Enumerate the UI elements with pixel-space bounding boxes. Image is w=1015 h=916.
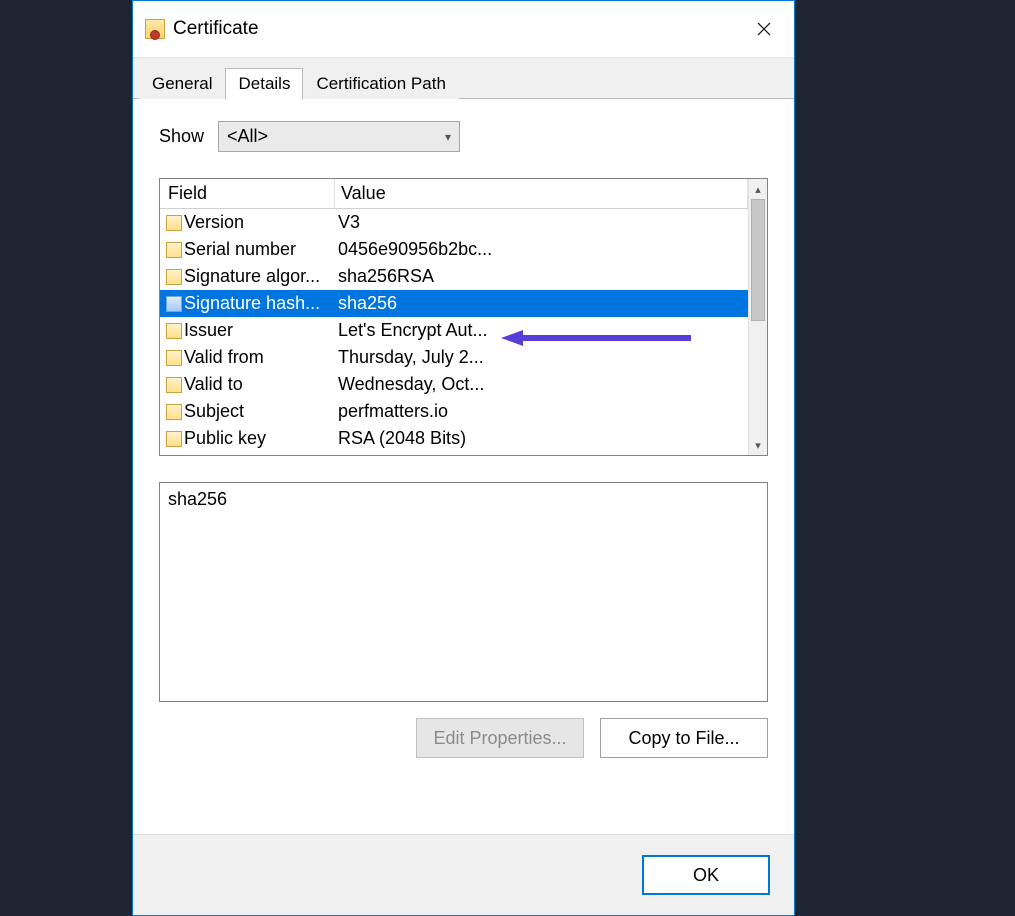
list-row[interactable]: Version V3 (160, 209, 748, 236)
field-name: Subject (184, 401, 244, 422)
close-icon (757, 22, 771, 36)
tab-general[interactable]: General (139, 68, 225, 99)
tab-row: General Details Certification Path (133, 58, 794, 99)
list-row[interactable]: Valid from Thursday, July 2... (160, 344, 748, 371)
field-value: Wednesday, Oct... (332, 374, 748, 395)
field-name: Valid to (184, 374, 243, 395)
window-title: Certificate (173, 18, 259, 40)
list-row[interactable]: Subject perfmatters.io (160, 398, 748, 425)
property-icon (166, 269, 182, 285)
property-icon (166, 296, 182, 312)
show-label: Show (159, 126, 204, 147)
detail-value-box: sha256 (159, 482, 768, 702)
tab-certification-path[interactable]: Certification Path (303, 68, 458, 99)
show-selected-value: <All> (227, 126, 268, 147)
detail-value-text: sha256 (168, 489, 227, 509)
field-list: Field Value Version V3 Serial number 0456e9… (159, 178, 768, 456)
list-rows: VersionV3Serial number0456e90956b2bc...S… (160, 209, 748, 455)
list-header: Field Value (160, 179, 748, 209)
scroll-thumb[interactable] (751, 199, 765, 321)
field-value: perfmatters.io (332, 401, 748, 422)
field-name: Issuer (184, 320, 233, 341)
field-value: Let's Encrypt Aut... (332, 320, 748, 341)
certificate-window: Certificate General Details Certificatio… (132, 0, 795, 916)
field-value: 0456e90956b2bc... (332, 239, 748, 260)
scroll-up-icon[interactable]: ▴ (749, 179, 767, 199)
field-name: Valid from (184, 347, 264, 368)
field-name: Serial number (184, 239, 296, 260)
field-value: sha256 (332, 293, 748, 314)
property-icon (166, 377, 182, 393)
chevron-down-icon: ▾ (445, 130, 451, 144)
dialog-footer: OK (133, 834, 794, 915)
scroll-down-icon[interactable]: ▾ (749, 435, 767, 455)
show-dropdown[interactable]: <All> ▾ (218, 121, 460, 152)
column-field-header[interactable]: Field (160, 179, 335, 208)
list-row[interactable]: Signature hash... sha256 (160, 290, 748, 317)
field-value: sha256RSA (332, 266, 748, 287)
details-panel: Show <All> ▾ Field Value Version V3 Serial… (133, 99, 794, 834)
list-row[interactable]: Public key RSA (2048 Bits) (160, 425, 748, 452)
field-name: Signature hash... (184, 293, 320, 314)
list-row[interactable]: Issuer Let's Encrypt Aut... (160, 317, 748, 344)
field-value: Thursday, July 2... (332, 347, 748, 368)
field-name: Public key (184, 428, 266, 449)
tab-details[interactable]: Details (225, 68, 303, 99)
scrollbar[interactable]: ▴ ▾ (748, 179, 767, 455)
property-icon (166, 350, 182, 366)
show-row: Show <All> ▾ (159, 121, 768, 152)
property-icon (166, 323, 182, 339)
field-value: RSA (2048 Bits) (332, 428, 748, 449)
field-name: Signature algor... (184, 266, 320, 287)
column-value-header[interactable]: Value (335, 179, 748, 208)
button-row: Edit Properties... Copy to File... (159, 718, 768, 758)
property-icon (166, 242, 182, 258)
field-value: V3 (332, 212, 748, 233)
certificate-icon (145, 19, 165, 39)
ok-button[interactable]: OK (642, 855, 770, 895)
scroll-track[interactable] (749, 199, 767, 435)
list-row[interactable]: Valid to Wednesday, Oct... (160, 371, 748, 398)
property-icon (166, 404, 182, 420)
copy-to-file-button[interactable]: Copy to File... (600, 718, 768, 758)
list-row[interactable]: Signature algor... sha256RSA (160, 263, 748, 290)
property-icon (166, 215, 182, 231)
property-icon (166, 431, 182, 447)
edit-properties-button: Edit Properties... (416, 718, 584, 758)
field-name: Version (184, 212, 244, 233)
list-row[interactable]: Serial number 0456e90956b2bc... (160, 236, 748, 263)
titlebar: Certificate (133, 1, 794, 58)
close-button[interactable] (742, 7, 786, 51)
